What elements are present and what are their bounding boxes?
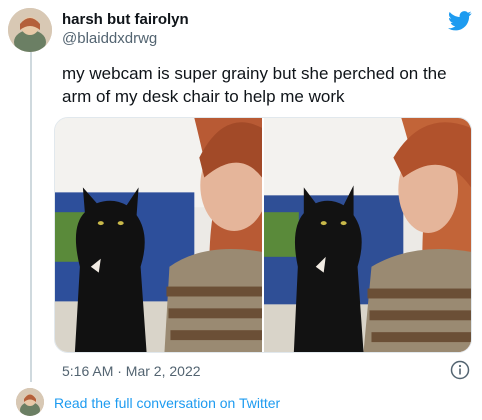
reply-avatar[interactable] bbox=[16, 388, 44, 416]
twitter-bird-icon[interactable] bbox=[448, 10, 472, 32]
tweet-text: my webcam is super grainy but she perche… bbox=[62, 64, 447, 106]
tweet-media[interactable] bbox=[54, 117, 472, 353]
tweet-photo-1[interactable] bbox=[55, 118, 262, 352]
author-handle[interactable]: @blaiddxdrwg bbox=[62, 29, 189, 48]
author-name[interactable]: harsh but fairolyn bbox=[62, 10, 189, 29]
read-full-conversation-link[interactable]: Read the full conversation on Twitter bbox=[54, 394, 280, 412]
tweet-author[interactable]: harsh but fairolyn @blaiddxdrwg bbox=[62, 10, 189, 48]
info-icon[interactable] bbox=[450, 360, 470, 380]
tweet-timestamp[interactable]: 5:16 AM · Mar 2, 2022 bbox=[62, 362, 201, 380]
avatar[interactable] bbox=[8, 8, 52, 52]
tweet-photo-2[interactable] bbox=[264, 118, 471, 352]
thread-line bbox=[30, 52, 32, 382]
